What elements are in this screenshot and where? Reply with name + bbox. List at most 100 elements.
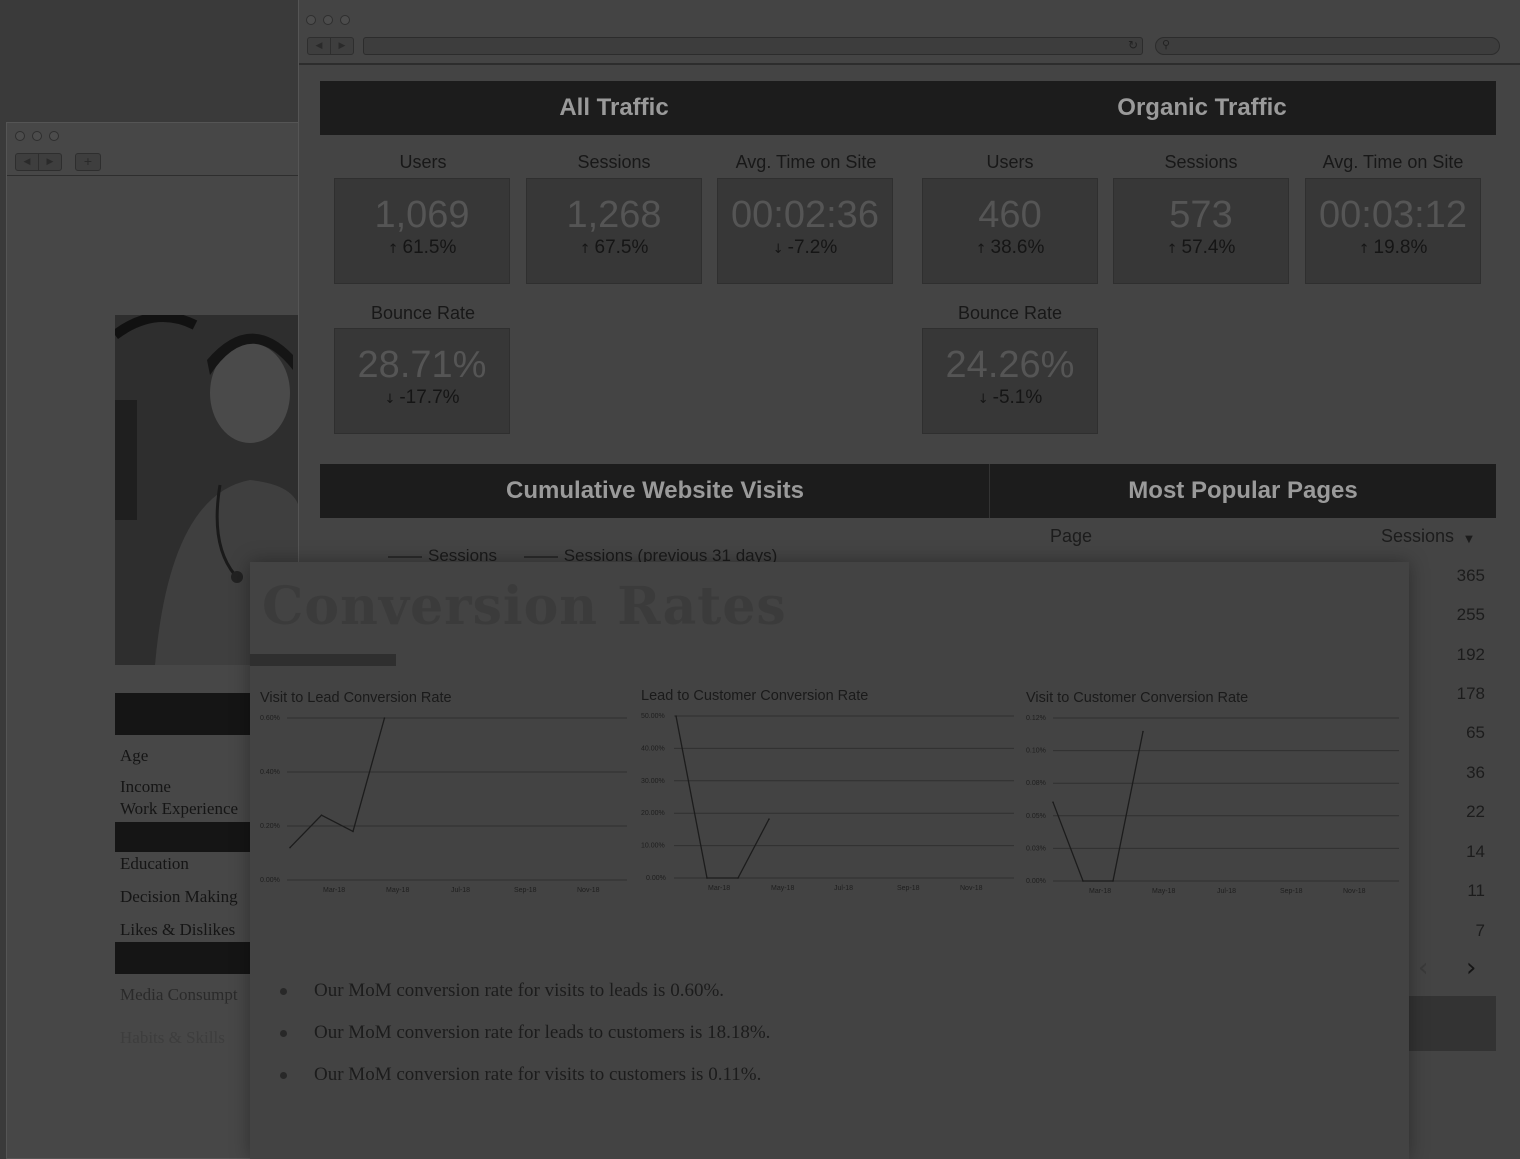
metric-value: 1,069 bbox=[374, 194, 470, 236]
pager-next-icon[interactable]: › bbox=[1466, 953, 1476, 983]
chart-title: Visit to Lead Conversion Rate bbox=[260, 690, 452, 706]
up-arrow-icon: ↑ bbox=[579, 242, 591, 257]
bullet-text: Our MoM conversion rate for visits to cu… bbox=[314, 1064, 762, 1085]
pages-header-sessions[interactable]: Sessions ▼ bbox=[1381, 526, 1473, 547]
all-sessions-scorecard: 1,268 ↑ 67.5% bbox=[526, 178, 702, 284]
metric-change: ↓ -7.2% bbox=[718, 237, 892, 259]
change-value: -7.2% bbox=[787, 237, 838, 258]
close-dot-icon[interactable] bbox=[15, 131, 25, 141]
visit-to-customer-series-line bbox=[1052, 731, 1144, 882]
metric-change: ↑ 67.5% bbox=[527, 237, 701, 259]
chart-title: Visit to Customer Conversion Rate bbox=[1026, 690, 1249, 706]
metric-value: 00:03:12 bbox=[1319, 194, 1467, 236]
change-value: 38.6% bbox=[990, 237, 1045, 258]
window-controls bbox=[15, 131, 59, 141]
table-cell-sessions: 365 bbox=[1456, 566, 1485, 585]
y-tick-label: 40.00% bbox=[641, 745, 665, 752]
url-bar[interactable]: ↻ bbox=[363, 37, 1143, 55]
reload-icon[interactable]: ↻ bbox=[1128, 38, 1138, 52]
chart-title: Lead to Customer Conversion Rate bbox=[641, 688, 869, 704]
metric-label: Avg. Time on Site bbox=[1322, 152, 1464, 172]
back-arrow-icon[interactable]: ◀ bbox=[16, 154, 38, 170]
metric-label: Bounce Rate bbox=[370, 303, 476, 323]
footer-band bbox=[1409, 996, 1496, 1051]
toolbar-divider bbox=[299, 63, 1520, 65]
y-tick-label: 0.12% bbox=[1026, 715, 1046, 722]
y-gridlines bbox=[1053, 717, 1399, 882]
traffic-header-band: All Traffic Organic Traffic bbox=[320, 81, 1496, 135]
maximize-dot-icon[interactable] bbox=[340, 15, 350, 25]
forward-arrow-icon[interactable]: ▶ bbox=[330, 38, 353, 54]
lead-to-customer-chart: 50.00% 40.00% 30.00% 20.00% 10.00% 0.00%… bbox=[641, 713, 1014, 892]
minimize-dot-icon[interactable] bbox=[32, 131, 42, 141]
organic-traffic-title: Organic Traffic bbox=[1117, 94, 1287, 121]
persona-item-decision-making: Decision Making bbox=[120, 887, 238, 906]
bullet-icon bbox=[280, 987, 287, 995]
y-tick-label: 0.20% bbox=[260, 823, 280, 830]
up-arrow-icon: ↑ bbox=[1358, 242, 1370, 257]
table-cell-sessions: 14 bbox=[1466, 842, 1485, 861]
maximize-dot-icon[interactable] bbox=[49, 131, 59, 141]
metric-value: 460 bbox=[978, 194, 1042, 236]
data-point bbox=[289, 846, 291, 849]
bullet-text: Our MoM conversion rate for visits to le… bbox=[314, 980, 725, 1001]
table-cell-sessions: 255 bbox=[1456, 605, 1485, 624]
visit-to-lead-chart: 0.60% 0.40% 0.20% 0.00% Mar-18 May-18 Ju… bbox=[260, 715, 627, 894]
forward-arrow-icon[interactable]: ▶ bbox=[38, 154, 61, 170]
data-point bbox=[1142, 730, 1144, 733]
x-tick-label: Sep-18 bbox=[514, 887, 537, 894]
x-tick-label: Nov-18 bbox=[960, 885, 983, 892]
search-field[interactable]: ⚲ bbox=[1155, 37, 1500, 55]
x-tick-label: Jul-18 bbox=[834, 885, 853, 892]
back-arrow-icon[interactable]: ◀ bbox=[308, 38, 330, 54]
down-arrow-icon: ↓ bbox=[384, 392, 396, 407]
card-title: Conversion Rates bbox=[262, 576, 787, 637]
minimize-dot-icon[interactable] bbox=[323, 15, 333, 25]
pager-prev-icon[interactable]: ‹ bbox=[1418, 953, 1428, 983]
x-tick-label: Mar-18 bbox=[1089, 888, 1111, 895]
new-tab-icon[interactable]: + bbox=[75, 153, 101, 171]
y-tick-label: 0.00% bbox=[1026, 878, 1046, 885]
change-value: 67.5% bbox=[594, 237, 649, 258]
metric-label: Users bbox=[986, 152, 1034, 172]
table-cell-sessions: 36 bbox=[1466, 763, 1485, 782]
persona-section-header bbox=[115, 693, 250, 735]
visits-header-band: Cumulative Website Visits Most Popular P… bbox=[320, 464, 1496, 518]
window-controls bbox=[306, 15, 350, 25]
data-point bbox=[352, 830, 354, 833]
up-arrow-icon: ↑ bbox=[1166, 242, 1178, 257]
close-dot-icon[interactable] bbox=[306, 15, 316, 25]
pages-header-page[interactable]: Page bbox=[1050, 526, 1092, 547]
table-cell-sessions: 178 bbox=[1456, 684, 1485, 703]
data-point bbox=[675, 715, 677, 717]
x-tick-label: Mar-18 bbox=[708, 885, 730, 892]
data-point bbox=[768, 818, 770, 820]
data-point bbox=[1052, 801, 1054, 803]
metric-label: Users bbox=[399, 152, 447, 172]
bullet-item: Our MoM conversion rate for leads to cus… bbox=[280, 1022, 770, 1044]
y-tick-label: 0.05% bbox=[1026, 813, 1046, 820]
popular-pages-title: Most Popular Pages bbox=[1128, 477, 1358, 504]
data-point bbox=[383, 717, 386, 719]
toolbar-divider bbox=[7, 175, 305, 176]
metric-change: ↑ 19.8% bbox=[1306, 237, 1480, 259]
up-arrow-icon: ↑ bbox=[975, 242, 987, 257]
bullet-icon bbox=[280, 1029, 287, 1037]
bullet-icon bbox=[280, 1071, 287, 1079]
bullet-item: Our MoM conversion rate for visits to le… bbox=[280, 980, 724, 1002]
persona-item-income: Income bbox=[120, 777, 171, 796]
all-bounce-rate-scorecard: 28.71% ↓ -17.7% bbox=[334, 328, 510, 434]
persona-section-header bbox=[115, 822, 250, 852]
x-tick-label: Sep-18 bbox=[897, 885, 920, 892]
organic-sessions-scorecard: 573 ↑ 57.4% bbox=[1113, 178, 1289, 284]
data-point bbox=[1082, 880, 1084, 882]
x-tick-label: Mar-18 bbox=[323, 887, 345, 894]
organic-users-scorecard: 460 ↑ 38.6% bbox=[922, 178, 1098, 284]
metric-change: ↓ -5.1% bbox=[923, 387, 1097, 409]
persona-section-header bbox=[115, 942, 250, 974]
metric-label: Sessions bbox=[1164, 152, 1238, 172]
sort-desc-icon[interactable]: ▼ bbox=[1465, 534, 1473, 545]
metric-label: Sessions bbox=[577, 152, 651, 172]
x-tick-label: Nov-18 bbox=[577, 887, 600, 894]
nav-buttons: ◀ ▶ bbox=[15, 153, 62, 171]
